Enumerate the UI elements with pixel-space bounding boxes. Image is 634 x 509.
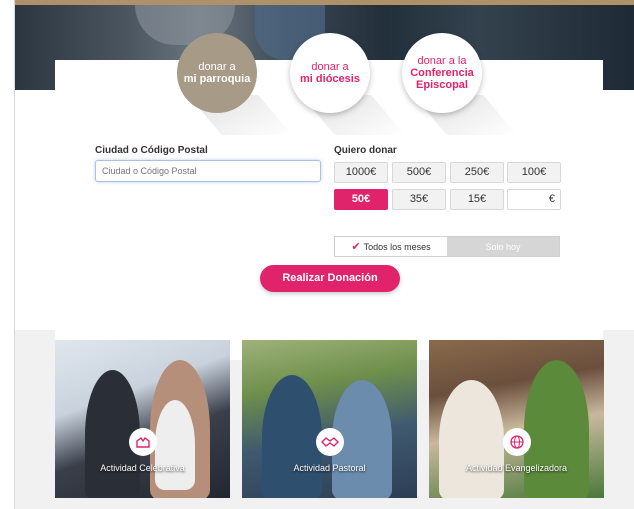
- tab-diocesis[interactable]: donar a mi diócesis: [290, 33, 370, 113]
- frequency-once-label: Solo hoy: [485, 241, 521, 252]
- handshake-icon: [316, 428, 344, 456]
- amount-button-500[interactable]: 500€: [392, 162, 446, 183]
- tab-label-strong: mi parroquia: [183, 73, 251, 85]
- photo-figure: [155, 400, 195, 490]
- activity-card-pastoral[interactable]: Actividad Pastoral: [242, 340, 417, 498]
- custom-amount-input[interactable]: €: [507, 189, 561, 210]
- currency-symbol: €: [548, 193, 555, 205]
- activity-card-celebrativa[interactable]: Actividad Celebrativa: [55, 340, 230, 498]
- amount-button-15[interactable]: 15€: [450, 189, 504, 210]
- tab-label: donar a: [311, 61, 349, 73]
- amount-button-250[interactable]: 250€: [450, 162, 504, 183]
- activity-caption: Actividad Evangelizadora: [465, 463, 568, 473]
- tab-label-strong: Episcopal: [416, 79, 468, 91]
- amount-button-1000[interactable]: 1000€: [334, 162, 388, 183]
- photo-figure: [524, 360, 589, 498]
- amount-button-100[interactable]: 100€: [507, 162, 561, 183]
- tab-label-strong: mi diócesis: [300, 73, 360, 85]
- photo-figure: [439, 380, 504, 498]
- submit-donation-button[interactable]: Realizar Donación: [260, 265, 400, 292]
- tab-label: donar a la: [417, 55, 467, 67]
- frequency-monthly[interactable]: ✔ Todos los meses: [335, 237, 447, 256]
- frequency-once[interactable]: Solo hoy: [447, 237, 559, 256]
- check-icon: ✔: [351, 241, 361, 253]
- activity-caption: Actividad Pastoral: [293, 463, 366, 473]
- activity-card-evangelizadora[interactable]: Actividad Evangelizadora: [429, 340, 604, 498]
- tab-label-strong: Conferencia: [410, 67, 474, 79]
- tab-label: donar a: [198, 61, 236, 73]
- city-input[interactable]: [95, 160, 321, 182]
- city-label: Ciudad o Código Postal: [95, 145, 208, 156]
- photo-figure: [262, 375, 322, 498]
- tab-conferencia[interactable]: donar a la Conferencia Episcopal: [402, 33, 482, 113]
- donate-label: Quiero donar: [334, 145, 397, 156]
- left-border: [0, 0, 15, 509]
- frequency-monthly-label: Todos los meses: [363, 241, 431, 252]
- tab-parroquia[interactable]: donar a mi parroquia: [177, 33, 257, 113]
- amount-button-50[interactable]: 50€: [334, 189, 388, 210]
- frequency-toggle: ✔ Todos los meses Solo hoy: [334, 236, 560, 257]
- hands-icon: [129, 428, 157, 456]
- activity-caption: Actividad Celebrativa: [100, 463, 185, 473]
- globe-icon: [503, 428, 531, 456]
- amount-button-35[interactable]: 35€: [392, 189, 446, 210]
